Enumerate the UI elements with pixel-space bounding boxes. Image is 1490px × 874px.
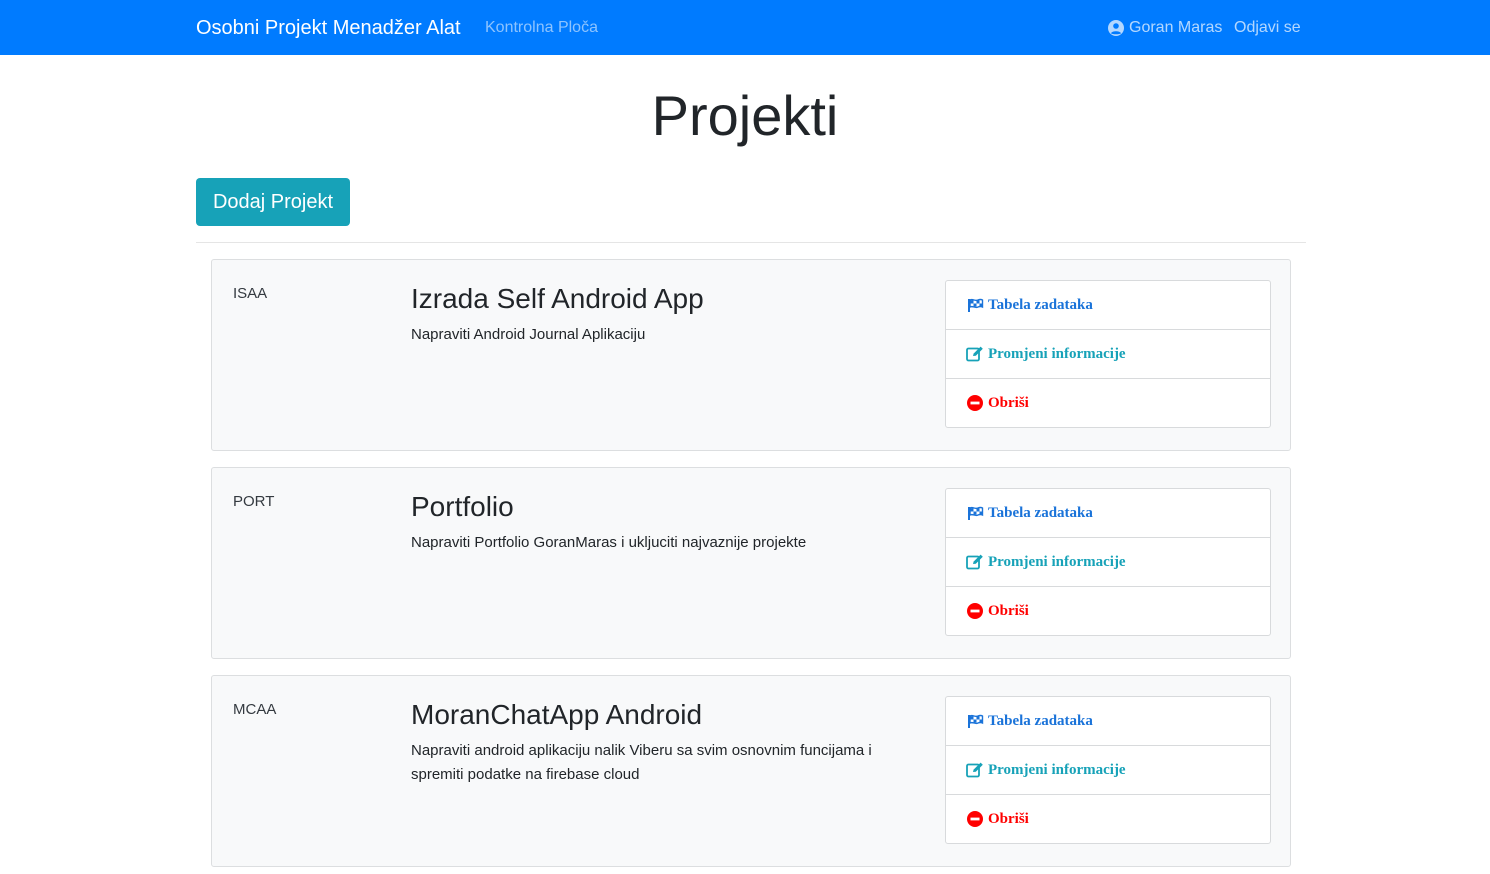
project-name: Izrada Self Android App [411,283,704,314]
edit-icon [966,762,984,778]
edit-project-link[interactable]: Promjeni informacije [945,745,1271,795]
edit-project-label: Promjeni informacije [988,553,1126,570]
project-code: PORT [233,493,275,510]
delete-project-link[interactable]: Obriši [945,378,1271,428]
project-name: Portfolio [411,491,514,522]
project-actions: Tabela zadataka Promjeni informacije Obr… [945,696,1271,844]
top-navbar: Osobni Projekt Menadžer Alat Kontrolna P… [0,0,1490,55]
edit-project-label: Promjeni informacije [988,345,1126,362]
tasks-board-link[interactable]: Tabela zadataka [945,280,1271,330]
project-code: ISAA [233,285,268,302]
project-description: Napraviti Android Journal Aplikaciju [411,326,646,343]
tasks-board-link[interactable]: Tabela zadataka [945,488,1271,538]
minus-circle-icon [966,811,984,827]
project-code: MCAA [233,701,277,718]
nav-user-name: Goran Maras [1129,19,1223,36]
navbar-brand[interactable]: Osobni Projekt Menadžer Alat [196,15,461,41]
edit-project-label: Promjeni informacije [988,761,1126,778]
delete-project-label: Obriši [988,602,1029,619]
tasks-board-label: Tabela zadataka [988,296,1093,313]
add-project-button[interactable]: Dodaj Projekt [196,178,350,226]
minus-circle-icon [966,395,984,411]
project-actions: Tabela zadataka Promjeni informacije Obr… [945,280,1271,428]
tasks-board-label: Tabela zadataka [988,712,1093,729]
edit-project-link[interactable]: Promjeni informacije [945,537,1271,587]
project-card: ISAA Izrada Self Android App Napraviti A… [211,259,1291,451]
edit-icon [966,554,984,570]
flag-checkered-icon [966,297,984,313]
divider [196,242,1306,243]
minus-circle-icon [966,603,984,619]
nav-link-dashboard[interactable]: Kontrolna Ploča [485,17,598,39]
project-description: Napraviti android aplikaciju nalik Viber… [411,742,872,783]
delete-project-label: Obriši [988,394,1029,411]
user-circle-icon [1107,20,1125,36]
delete-project-link[interactable]: Obriši [945,586,1271,636]
project-card: MCAA MoranChatApp Android Napraviti andr… [211,675,1291,867]
delete-project-link[interactable]: Obriši [945,794,1271,844]
tasks-board-label: Tabela zadataka [988,504,1093,521]
project-name: MoranChatApp Android [411,699,703,730]
delete-project-label: Obriši [988,810,1029,827]
page-title: Projekti [651,84,839,147]
flag-checkered-icon [966,505,984,521]
edit-project-link[interactable]: Promjeni informacije [945,329,1271,379]
nav-user-profile[interactable]: Goran Maras [1107,17,1222,39]
tasks-board-link[interactable]: Tabela zadataka [945,696,1271,746]
project-description: Napraviti Portfolio GoranMaras i ukljuci… [411,534,807,551]
project-actions: Tabela zadataka Promjeni informacije Obr… [945,488,1271,636]
flag-checkered-icon [966,713,984,729]
nav-link-logout[interactable]: Odjavi se [1234,17,1301,39]
project-card: PORT Portfolio Napraviti Portfolio Goran… [211,467,1291,659]
edit-icon [966,346,984,362]
